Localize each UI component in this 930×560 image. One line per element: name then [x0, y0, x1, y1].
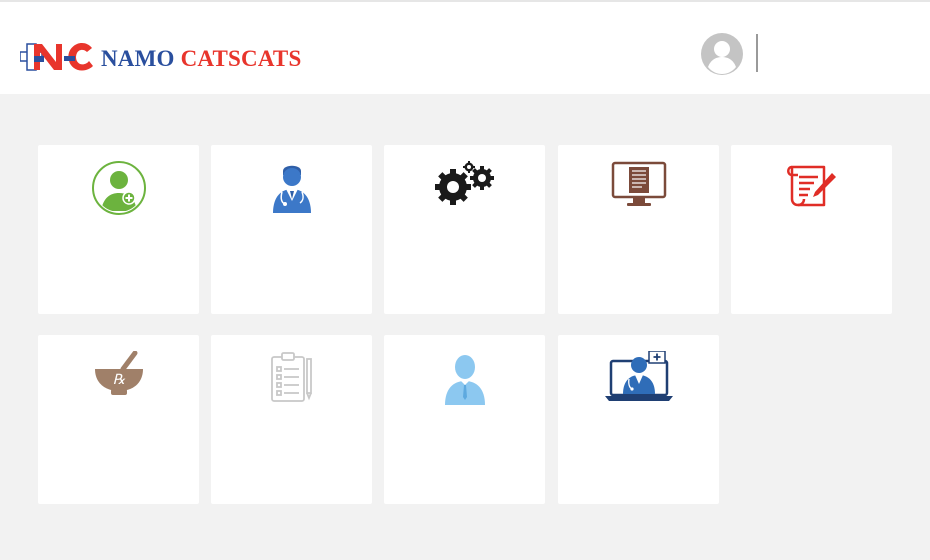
mortar-pestle-rx-icon: ℞ [94, 351, 143, 395]
tile-checklist[interactable] [211, 335, 372, 504]
staff-person-icon [444, 355, 485, 405]
tile-staff[interactable] [384, 335, 545, 504]
tile-reports[interactable] [558, 145, 719, 314]
telemedicine-laptop-icon [604, 351, 673, 401]
monitor-report-icon [611, 161, 666, 206]
svg-text:℞: ℞ [112, 373, 125, 388]
tile-prescription[interactable] [731, 145, 892, 314]
clipboard-checklist-icon [270, 352, 312, 402]
gears-icon [434, 161, 494, 205]
doctor-icon [272, 165, 311, 213]
module-grid: ℞ [0, 0, 930, 560]
tile-settings[interactable] [384, 145, 545, 314]
tile-add-patient[interactable] [38, 145, 199, 314]
prescription-notepad-icon [786, 165, 836, 207]
add-patient-icon [91, 161, 146, 215]
tile-doctor[interactable] [211, 145, 372, 314]
tile-telemedicine[interactable] [558, 335, 719, 504]
tile-pharmacy[interactable]: ℞ [38, 335, 199, 504]
